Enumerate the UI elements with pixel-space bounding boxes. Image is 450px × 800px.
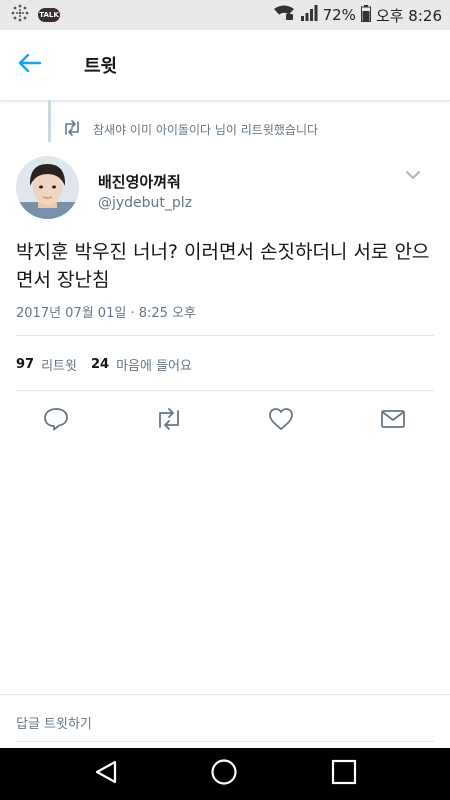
tweet-timestamp: 2017년 07월 01일 · 8:25 오후 xyxy=(16,306,196,321)
tweet-text: 박지훈 박우진 너너? 이러면서 손짓하더니 서로 안으면서 장난침 xyxy=(16,241,430,291)
grid-dots-icon xyxy=(10,3,30,27)
retweet-label: 리트윗 xyxy=(41,359,77,374)
nav-home-button[interactable] xyxy=(209,758,239,790)
nav-recents-button[interactable] xyxy=(329,759,359,789)
status-bar: TALK 72% 오후 8:26 xyxy=(0,0,450,30)
signal-icon xyxy=(300,5,318,25)
battery-percent: 72% xyxy=(322,6,356,24)
wifi-icon xyxy=(273,5,295,25)
retweet-stat[interactable]: 97 리트윗 xyxy=(16,355,77,374)
triangle-back-icon xyxy=(93,759,119,789)
retweet-context-text: 참새야 이미 아이돌이다 님이 리트윗했습니다 xyxy=(93,123,319,137)
retweet-icon xyxy=(155,408,183,434)
nav-back-button[interactable] xyxy=(91,760,121,788)
author-handle[interactable]: @jydebut_plz xyxy=(98,195,192,211)
system-nav-bar xyxy=(0,748,450,800)
reply-button[interactable] xyxy=(41,407,71,435)
like-stat[interactable]: 24 마음에 들어요 xyxy=(91,355,192,374)
status-bar-right: 72% 오후 8:26 xyxy=(273,4,442,26)
heart-icon xyxy=(268,407,294,435)
retweet-context[interactable]: 참새야 이미 아이돌이다 님이 리트윗했습니다 xyxy=(62,120,318,139)
like-label: 마음에 들어요 xyxy=(116,359,192,374)
divider xyxy=(16,390,434,391)
chevron-down-icon xyxy=(405,165,421,184)
status-bar-left: TALK xyxy=(10,3,60,27)
direct-message-button[interactable] xyxy=(378,407,408,435)
app-bar: 트윗 xyxy=(0,30,450,101)
tweet-menu-button[interactable] xyxy=(403,166,423,182)
divider xyxy=(16,335,434,336)
like-count: 24 xyxy=(90,357,110,372)
tweet-stats: 97 리트윗 24 마음에 들어요 xyxy=(16,355,206,374)
like-button[interactable] xyxy=(266,407,296,435)
arrow-left-icon xyxy=(18,53,42,77)
back-button[interactable] xyxy=(14,50,46,80)
battery-icon xyxy=(360,4,371,26)
reply-composer[interactable]: 답글 트윗하기 xyxy=(0,694,450,747)
circle-home-icon xyxy=(210,758,238,790)
page-title: 트윗 xyxy=(84,56,118,77)
retweet-button[interactable] xyxy=(154,407,184,435)
square-recents-icon xyxy=(331,759,357,789)
kakaotalk-icon: TALK xyxy=(38,8,60,22)
avatar[interactable] xyxy=(16,156,79,219)
message-icon xyxy=(380,408,406,434)
clock: 오후 8:26 xyxy=(375,6,442,25)
reply-input[interactable]: 답글 트윗하기 xyxy=(16,713,92,732)
reply-icon xyxy=(43,407,69,435)
reply-input-underline xyxy=(16,741,434,742)
retweet-small-icon xyxy=(62,120,82,139)
thread-connector xyxy=(48,100,51,142)
author-display-name[interactable]: 배진영아껴줘 xyxy=(98,171,181,192)
retweet-count: 97 xyxy=(16,357,35,372)
